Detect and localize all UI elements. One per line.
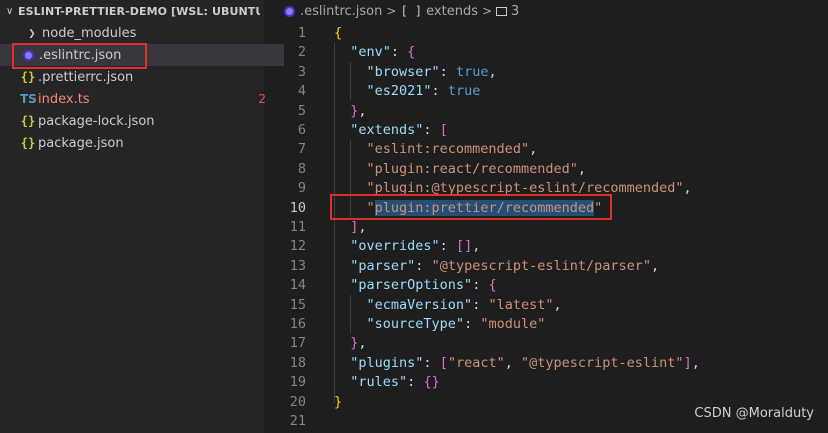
breadcrumb-separator: > <box>481 4 493 18</box>
line-number: 16 <box>289 316 306 332</box>
code-line: 5 }, <box>264 102 828 121</box>
code-line: 3 "browser": true, <box>264 63 828 82</box>
breadcrumb-file[interactable]: .eslintrc.json <box>300 4 382 19</box>
line-text: "rules": {} <box>350 374 440 391</box>
breadcrumb-separator: > <box>386 4 397 18</box>
line-number: 17 <box>289 335 306 352</box>
line-text: "plugin:react/recommended", <box>366 160 586 177</box>
line-text: } <box>334 393 343 410</box>
line-text: "plugins": ["react", "@typescript-eslint… <box>350 354 700 371</box>
line-text: "plugin:@typescript-eslint/recommended", <box>366 180 692 197</box>
line-number: 18 <box>289 354 306 371</box>
code-line: 11 ], <box>264 218 828 237</box>
code-line: 13 "parser": "@typescript-eslint/parser"… <box>264 257 828 276</box>
tree-item-label: node_modules <box>42 25 137 41</box>
breadcrumb-extends[interactable]: extends <box>426 4 478 19</box>
array-icon: [ ] <box>400 4 423 18</box>
line-text: "plugin:prettier/recommended" <box>366 199 603 216</box>
line-number: 2 <box>297 44 306 61</box>
tree-item-label: .eslintrc.json <box>39 47 122 63</box>
tree-item-index-ts[interactable]: TS index.ts 2 <box>0 88 284 110</box>
eslint-icon <box>23 49 34 61</box>
line-number: 13 <box>289 257 306 274</box>
line-number: 8 <box>297 160 306 177</box>
code-line: 4 "es2021": true <box>264 82 828 101</box>
line-text: "parserOptions": { <box>350 277 497 294</box>
line-text: "overrides": [], <box>350 238 481 255</box>
json-braces-icon: {} <box>20 70 36 84</box>
eslint-icon <box>284 5 295 17</box>
code-line: 9 "plugin:@typescript-eslint/recommended… <box>264 179 828 198</box>
workspace-title: ESLINT-PRETTIER-DEMO [WSL: UBUNTU-2... <box>18 4 260 18</box>
line-number: 6 <box>297 122 306 138</box>
tree-item-label: package-lock.json <box>38 113 155 129</box>
line-number: 19 <box>289 374 306 391</box>
line-number: 15 <box>289 296 306 313</box>
line-text: "es2021": true <box>366 83 481 100</box>
breadcrumb-index[interactable]: 3 <box>511 4 519 19</box>
tree-item-eslintrc[interactable]: .eslintrc.json <box>0 44 284 66</box>
watermark: CSDN @Moralduty <box>694 406 814 421</box>
code-editor[interactable]: 1{ 2 "env": { 3 "browser": true, 4 "es20… <box>264 22 828 433</box>
explorer-sidebar: ∨ ESLINT-PRETTIER-DEMO [WSL: UBUNTU-2...… <box>0 0 284 433</box>
code-line: 19 "rules": {} <box>264 373 828 392</box>
line-number: 12 <box>289 238 306 255</box>
line-text: }, <box>350 102 367 119</box>
code-line: 16 "sourceType": "module" <box>264 315 828 334</box>
line-number: 7 <box>297 141 306 158</box>
breadcrumb: .eslintrc.json > [ ] extends > 3 <box>264 0 828 22</box>
line-text: }, <box>350 335 367 352</box>
tree-item-prettierrc[interactable]: {} .prettierrc.json <box>0 66 284 88</box>
code-line: 15 "ecmaVersion": "latest", <box>264 296 828 315</box>
explorer-header[interactable]: ∨ ESLINT-PRETTIER-DEMO [WSL: UBUNTU-2... <box>0 0 264 22</box>
line-text: "ecmaVersion": "latest", <box>366 296 562 313</box>
code-line: 18 "plugins": ["react", "@typescript-esl… <box>264 354 828 373</box>
line-text: "sourceType": "module" <box>366 316 546 332</box>
line-text: "browser": true, <box>366 63 497 80</box>
code-line: 17 }, <box>264 334 828 353</box>
tree-item-label: package.json <box>38 135 124 151</box>
tree-item-package-json[interactable]: {} package.json <box>0 132 284 154</box>
line-number: 1 <box>297 25 306 41</box>
code-line: 14 "parserOptions": { <box>264 276 828 295</box>
line-text: ], <box>350 219 367 235</box>
line-number: 10 <box>289 199 306 216</box>
line-text: "parser": "@typescript-eslint/parser", <box>350 257 660 274</box>
tree-item-label: index.ts <box>38 91 90 107</box>
line-number: 3 <box>297 63 306 80</box>
line-number: 4 <box>297 83 306 100</box>
tree-item-node-modules[interactable]: ❯ node_modules <box>0 22 288 44</box>
line-number: 14 <box>289 277 306 294</box>
string-icon <box>496 6 508 16</box>
line-text: "env": { <box>350 44 416 61</box>
line-number: 9 <box>297 180 306 197</box>
chevron-down-icon[interactable]: ∨ <box>6 6 18 17</box>
code-line: 8 "plugin:react/recommended", <box>264 160 828 179</box>
tree-item-package-lock[interactable]: {} package-lock.json <box>0 110 284 132</box>
line-number: 11 <box>289 219 306 235</box>
code-line: 7 "eslint:recommended", <box>264 140 828 159</box>
vscode-window: ∨ ESLINT-PRETTIER-DEMO [WSL: UBUNTU-2...… <box>0 0 828 433</box>
line-text: { <box>334 25 343 41</box>
line-number: 20 <box>289 393 306 410</box>
code-line: 12 "overrides": [], <box>264 237 828 256</box>
chevron-right-icon: ❯ <box>28 26 36 40</box>
line-text: "extends": [ <box>350 122 448 138</box>
ts-icon: TS <box>20 92 37 106</box>
json-braces-icon: {} <box>20 136 36 150</box>
code-line-active: 10 "plugin:prettier/recommended" <box>264 199 828 218</box>
code-line: 1{ <box>264 24 828 43</box>
code-line: 6 "extends": [ <box>264 121 828 140</box>
json-braces-icon: {} <box>20 114 36 128</box>
code-line: 2 "env": { <box>264 43 828 62</box>
tree-item-label: .prettierrc.json <box>38 69 134 85</box>
line-number: 21 <box>289 413 306 429</box>
line-number: 5 <box>297 102 306 119</box>
line-text: "eslint:recommended", <box>366 141 538 158</box>
